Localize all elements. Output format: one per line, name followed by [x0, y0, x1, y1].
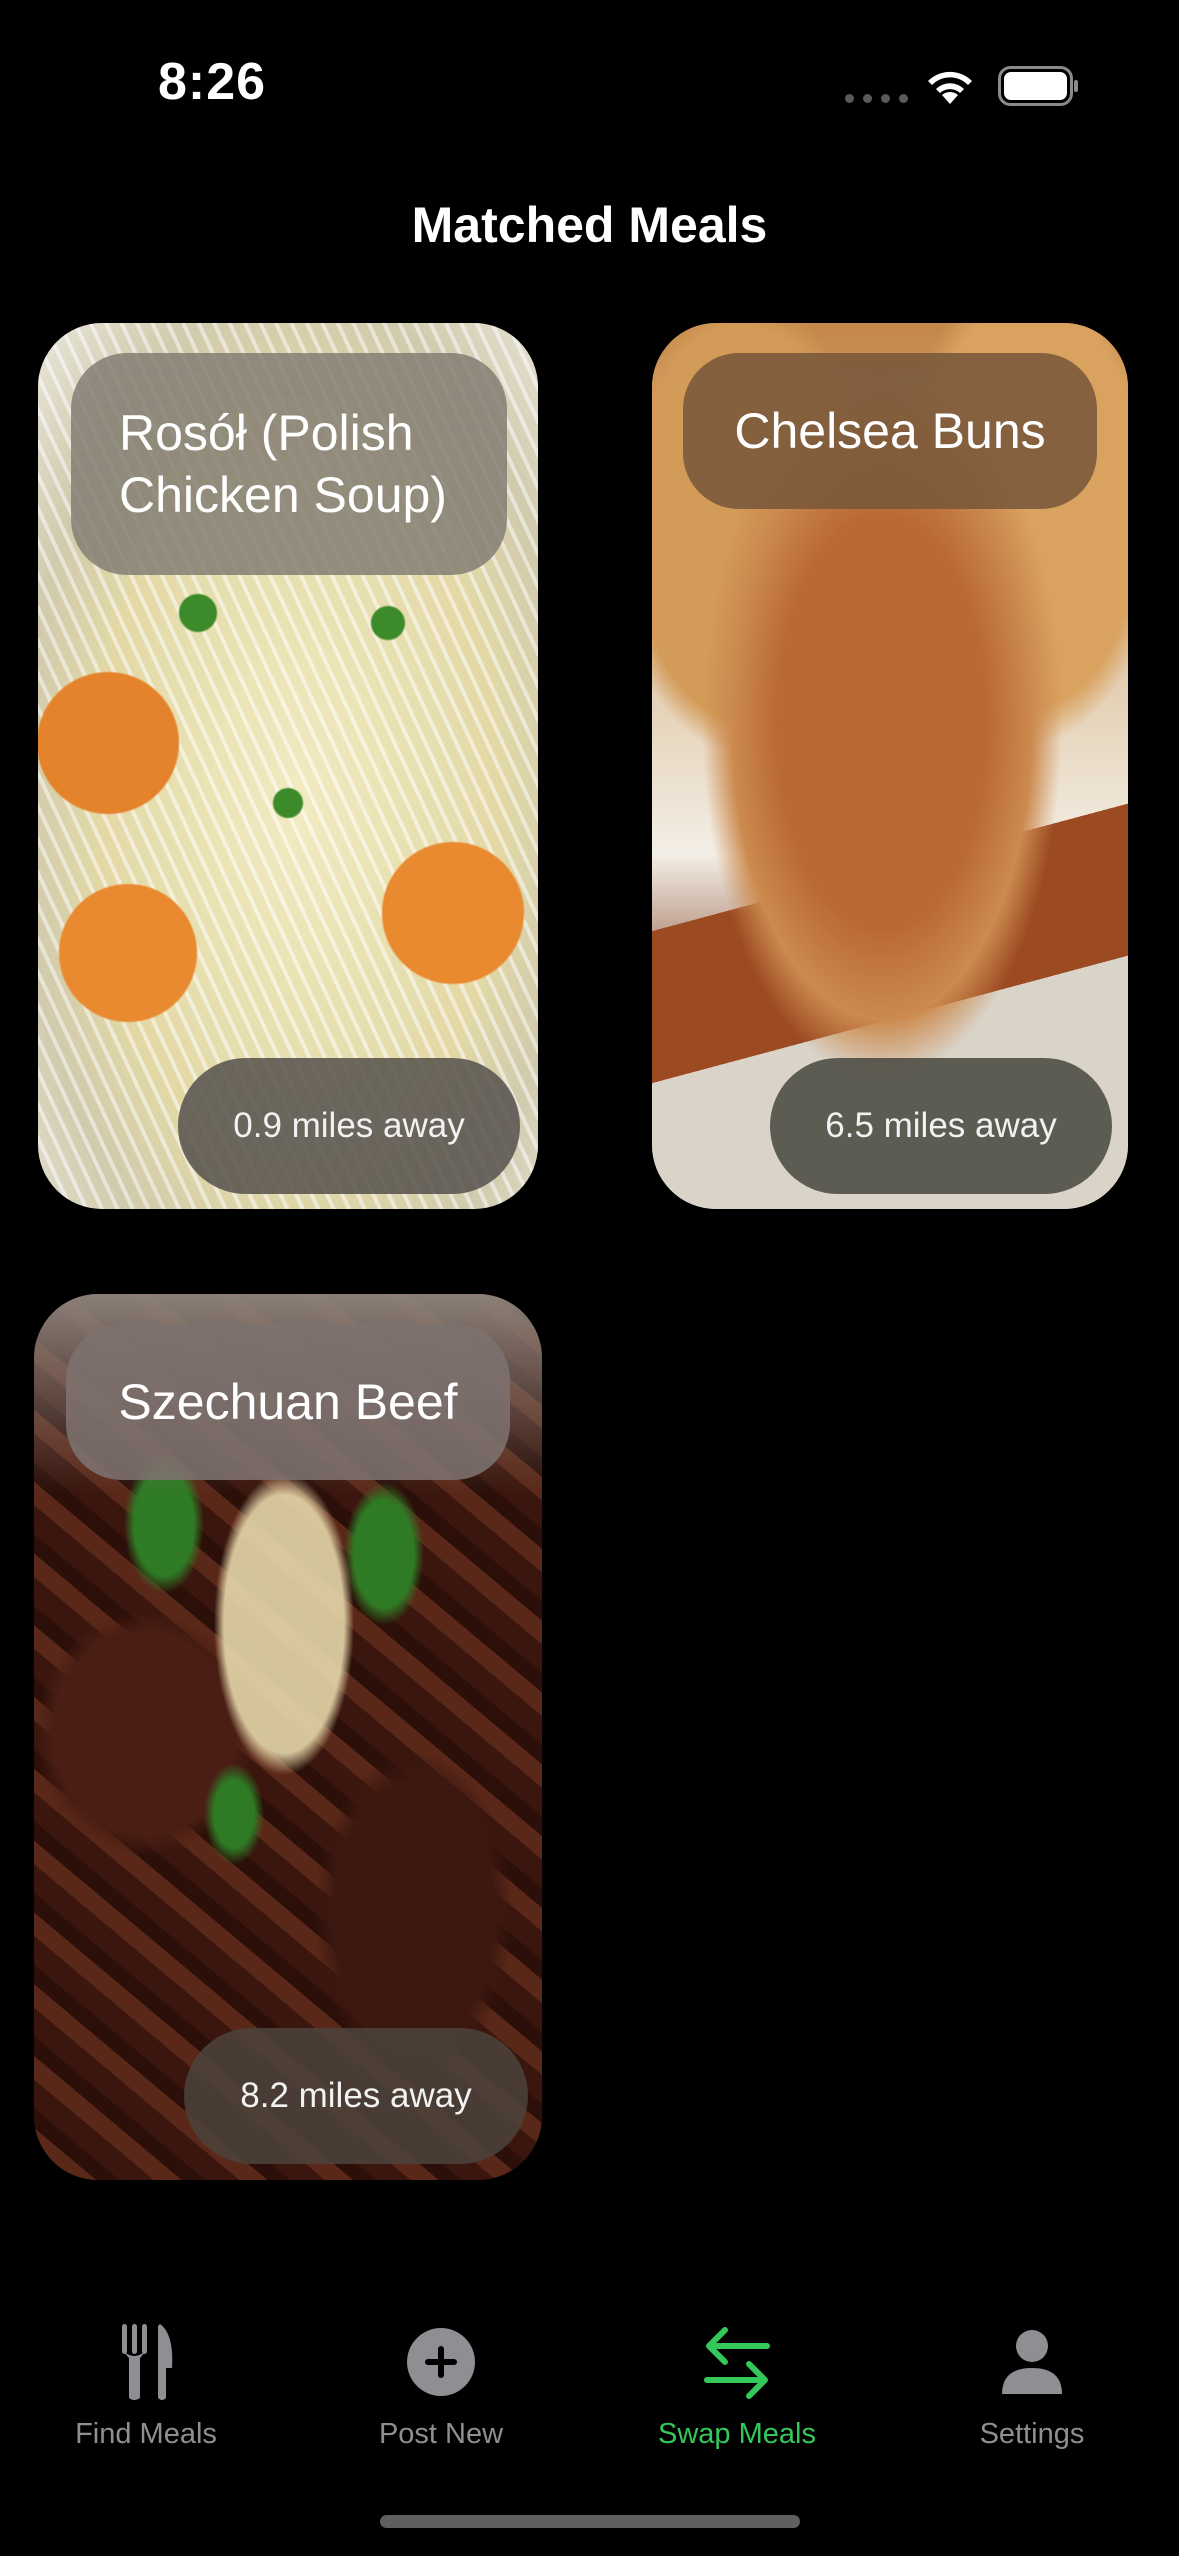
person-icon	[992, 2322, 1072, 2402]
meal-card[interactable]: Szechuan Beef 8.2 miles away	[34, 1294, 542, 2180]
tab-label: Post New	[378, 2418, 504, 2450]
meal-distance: 8.2 miles away	[184, 2028, 528, 2164]
tab-bar: Find Meals Post New Swap Meals Settings	[0, 2300, 1179, 2480]
cellular-signal-icon	[845, 94, 908, 103]
tab-swap-meals[interactable]: Swap Meals	[607, 2300, 867, 2460]
meal-card[interactable]: Rosół (Polish Chicken Soup) 0.9 miles aw…	[38, 323, 538, 1209]
swap-arrows-icon	[697, 2322, 777, 2402]
status-time: 8:26	[158, 53, 267, 111]
tab-label: Find Meals	[75, 2418, 217, 2450]
tab-settings[interactable]: Settings	[902, 2300, 1162, 2460]
home-indicator[interactable]	[380, 2515, 800, 2528]
tab-label: Swap Meals	[658, 2418, 816, 2450]
meal-name: Rosół (Polish Chicken Soup)	[71, 353, 507, 575]
fork-knife-icon	[106, 2322, 186, 2402]
meal-name: Chelsea Buns	[683, 353, 1097, 509]
battery-icon	[998, 66, 1078, 106]
status-bar: 8:26	[0, 0, 1179, 170]
wifi-icon	[928, 71, 972, 104]
plus-circle-icon	[401, 2322, 481, 2402]
tab-find-meals[interactable]: Find Meals	[16, 2300, 276, 2460]
meal-name: Szechuan Beef	[66, 1324, 510, 1480]
tab-label: Settings	[979, 2418, 1085, 2450]
meal-distance: 0.9 miles away	[178, 1058, 520, 1194]
page-title: Matched Meals	[411, 197, 768, 253]
meal-card[interactable]: Chelsea Buns 6.5 miles away	[652, 323, 1128, 1209]
tab-post-new[interactable]: Post New	[311, 2300, 571, 2460]
meal-distance: 6.5 miles away	[770, 1058, 1112, 1194]
